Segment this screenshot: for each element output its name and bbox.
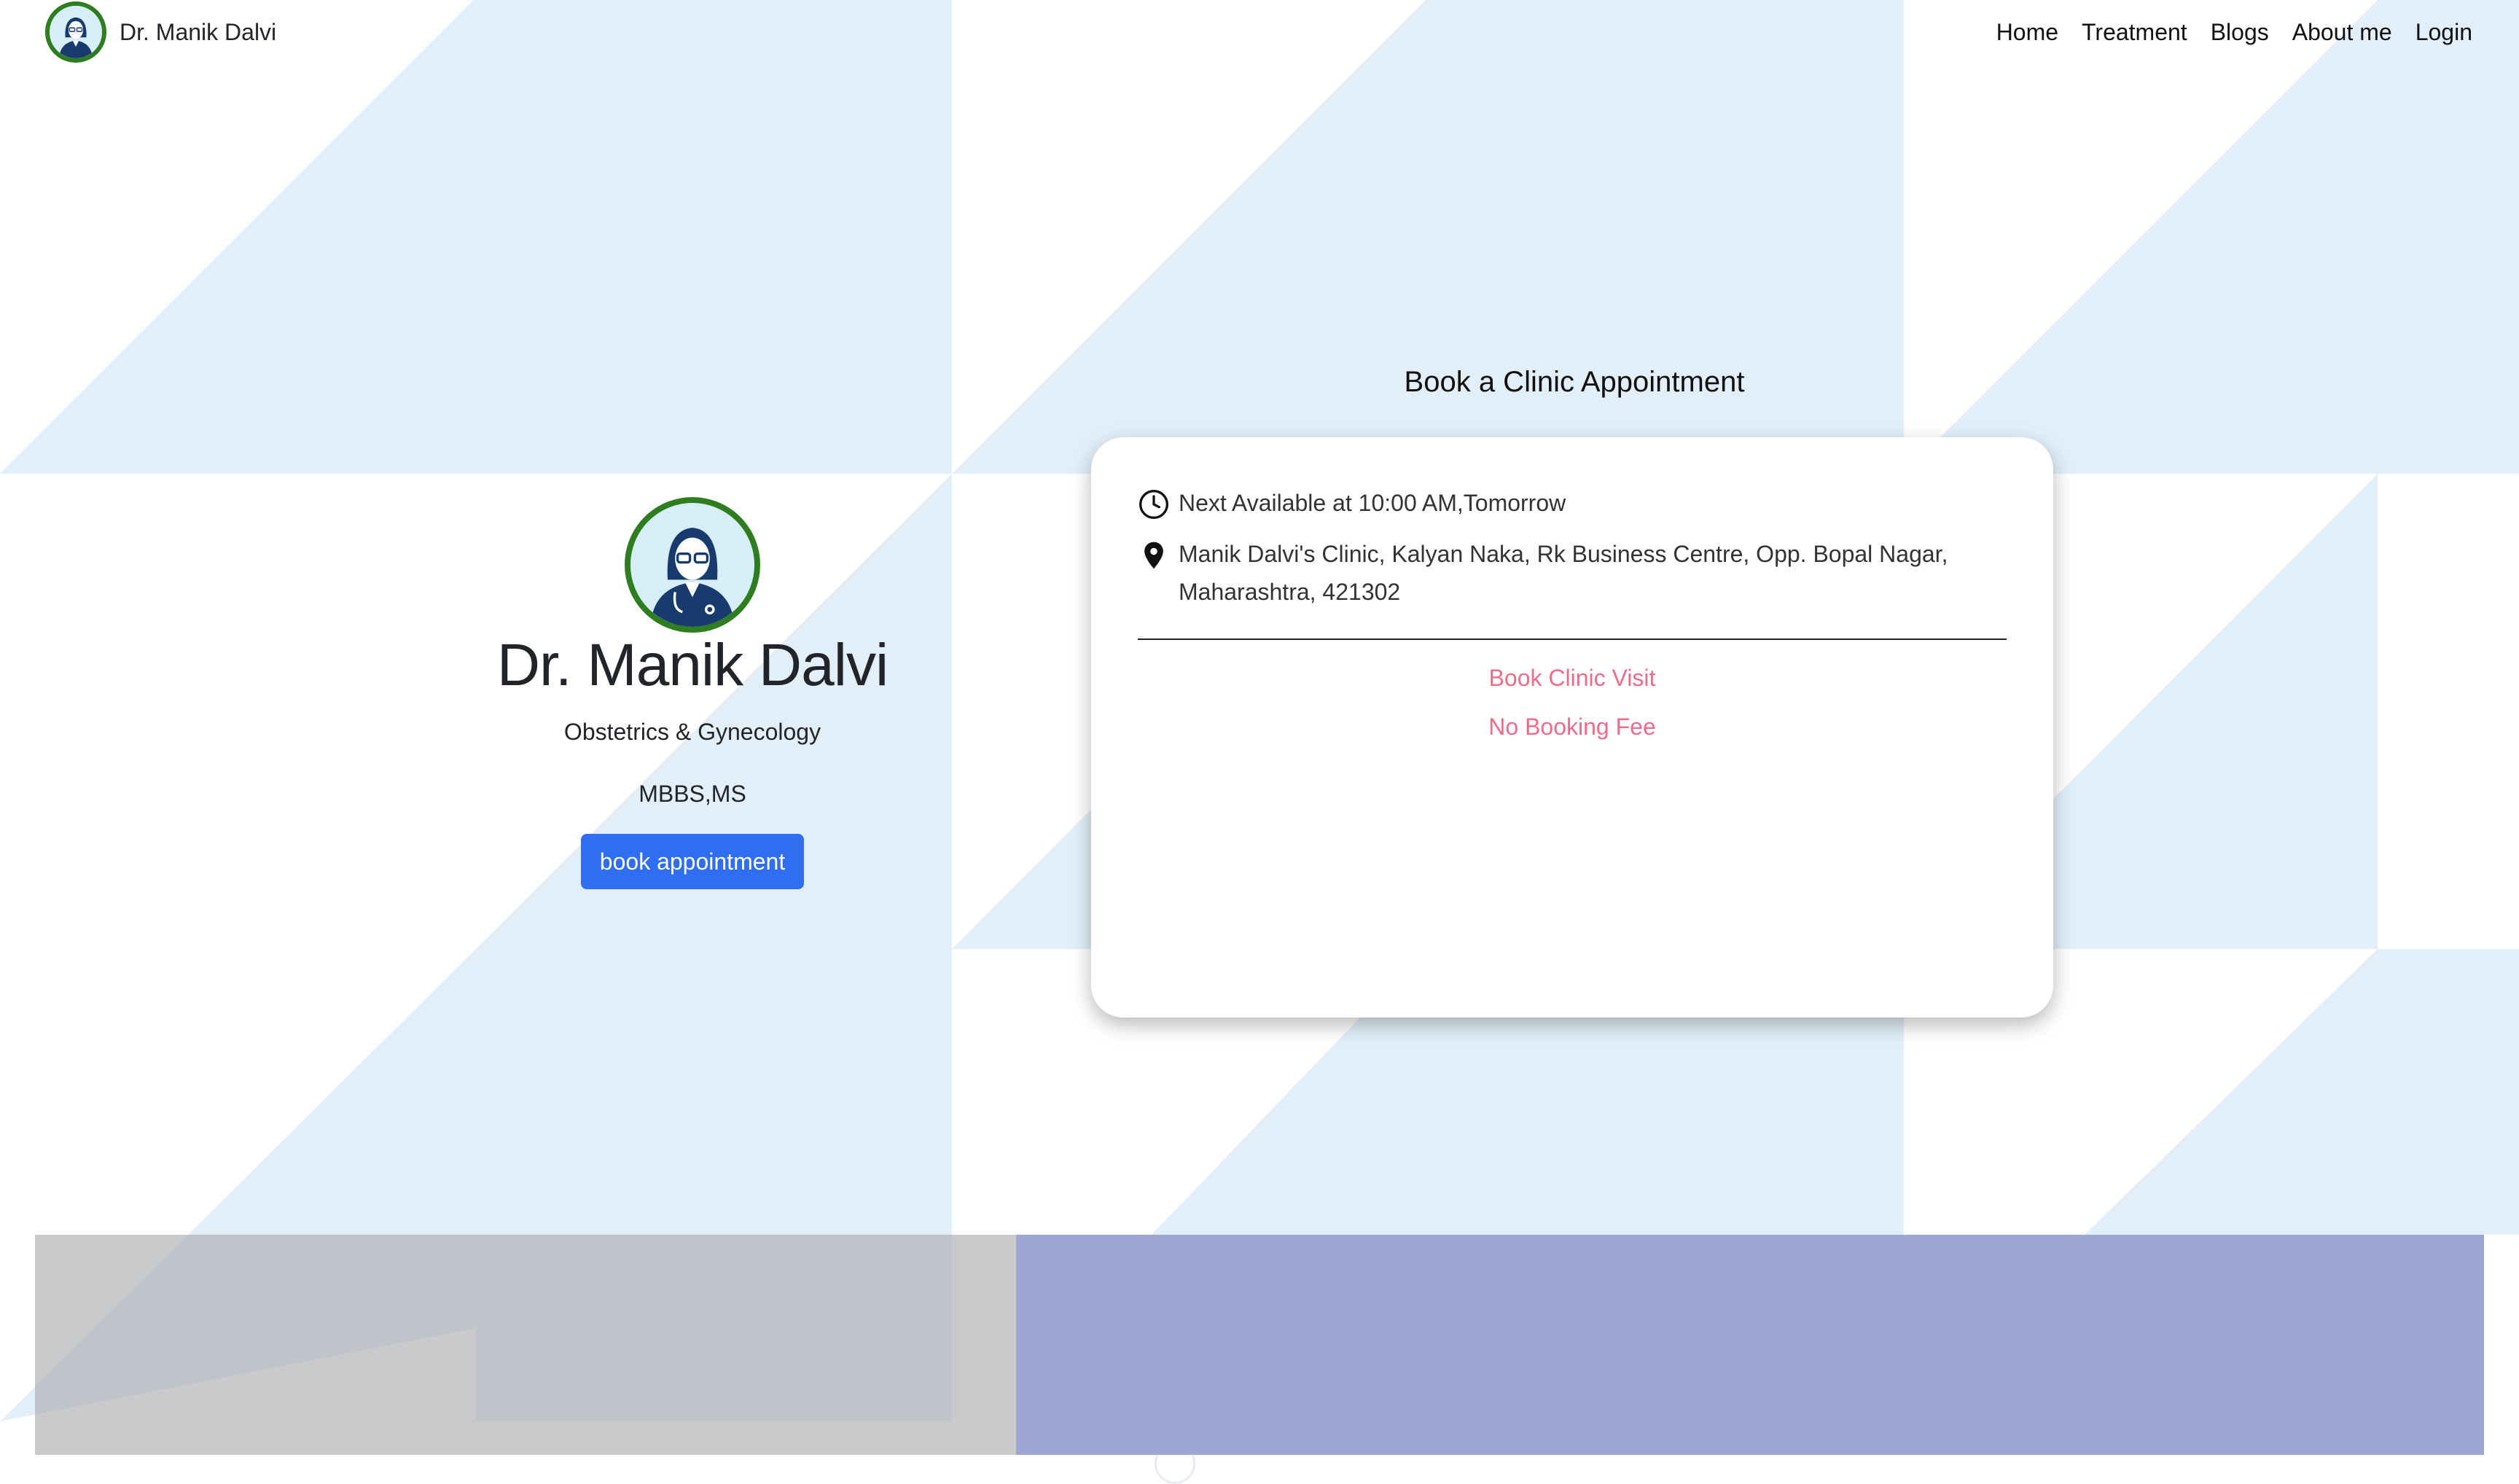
book-appointment-button[interactable]: book appointment (580, 834, 805, 890)
next-available-row: Next Available at 10:00 AM,Tomorrow (1138, 484, 2007, 522)
footer-panel-left (35, 1235, 1016, 1455)
doctor-profile: Dr. Manik Dalvi Obstetrics & Gynecology … (437, 497, 948, 890)
navbar: Dr. Manik Dalvi Home Treatment Blogs Abo… (0, 0, 2519, 70)
doctor-specialty: Obstetrics & Gynecology (563, 719, 821, 746)
nav-blogs[interactable]: Blogs (2211, 19, 2269, 46)
appointment-heading: Book a Clinic Appointment (1404, 366, 1745, 398)
location-pin-icon (1144, 542, 1163, 569)
doctor-avatar-icon (45, 1, 106, 63)
nav-login[interactable]: Login (2415, 19, 2472, 46)
book-clinic-visit-link[interactable]: Book Clinic Visit (1138, 665, 2007, 692)
next-available-text: Next Available at 10:00 AM,Tomorrow (1179, 490, 1566, 516)
nav-links: Home Treatment Blogs About me Login (1996, 19, 2472, 46)
footer-panel-right (1016, 1235, 2484, 1455)
nav-treatment[interactable]: Treatment (2082, 19, 2187, 46)
clinic-address-text: Manik Dalvi's Clinic, Kalyan Naka, Rk Bu… (1179, 541, 1948, 605)
doctor-name: Dr. Manik Dalvi (496, 632, 889, 698)
clock-icon (1139, 490, 1168, 519)
nav-home[interactable]: Home (1996, 19, 2058, 46)
booking-fee-note: No Booking Fee (1488, 714, 1656, 740)
brand-link[interactable]: Dr. Manik Dalvi (45, 1, 276, 63)
clinic-address-row: Manik Dalvi's Clinic, Kalyan Naka, Rk Bu… (1138, 535, 2007, 611)
brand-name: Dr. Manik Dalvi (120, 18, 277, 45)
card-divider (1138, 638, 2007, 640)
doctor-degree: MBBS,MS (638, 781, 746, 808)
appointment-card: Next Available at 10:00 AM,Tomorrow Mani… (1091, 437, 2053, 1018)
nav-about-me[interactable]: About me (2292, 19, 2392, 46)
doctor-avatar-icon (625, 497, 760, 633)
